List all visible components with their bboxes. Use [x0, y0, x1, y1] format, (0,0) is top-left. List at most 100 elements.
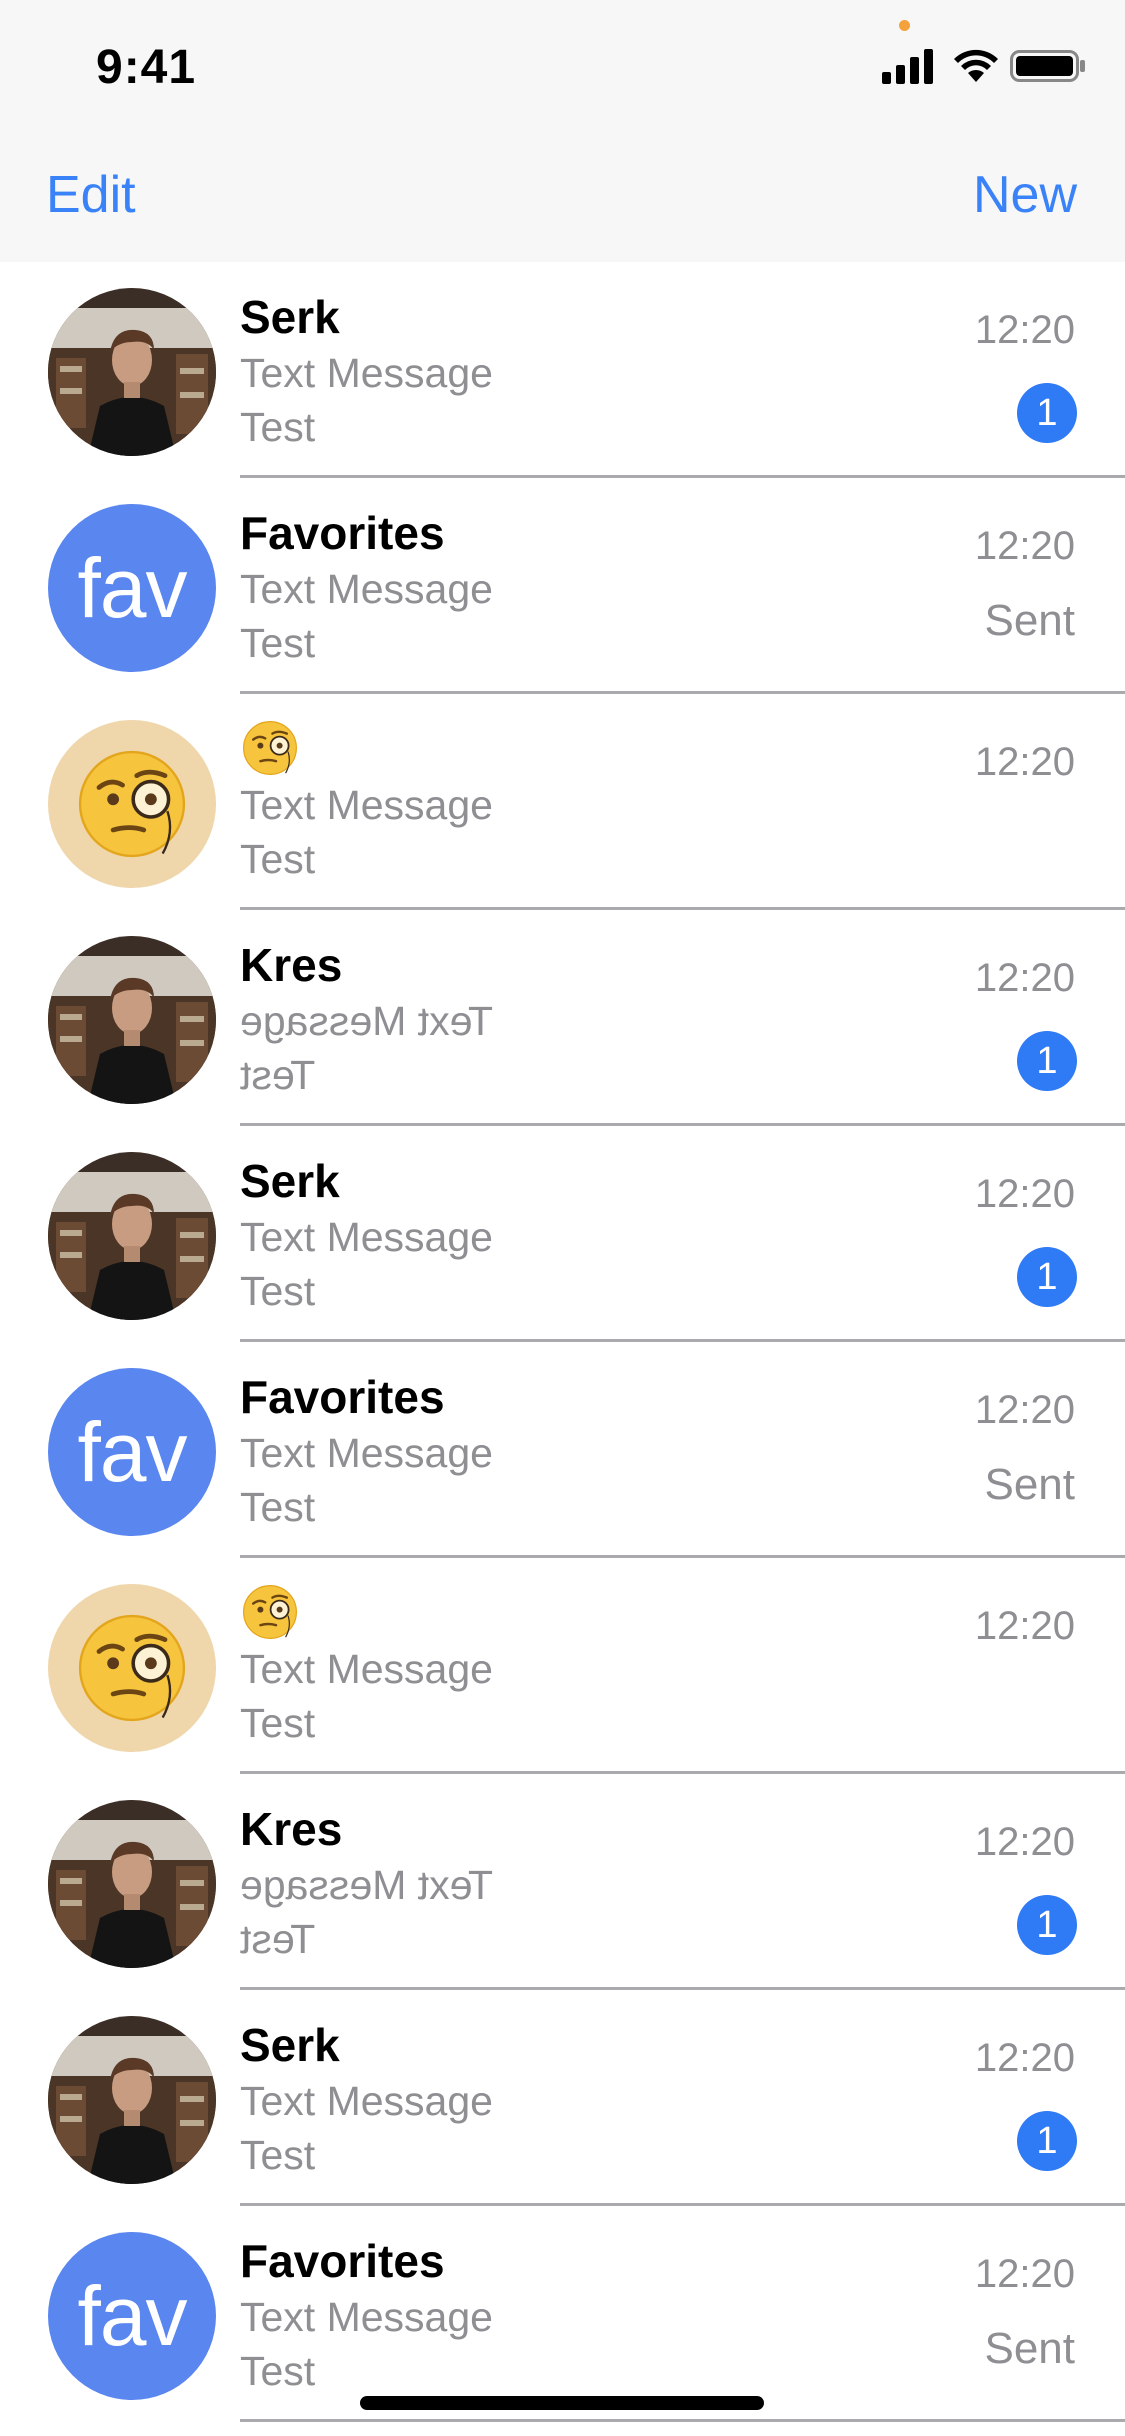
- sent-status: Sent: [984, 596, 1075, 645]
- contact-name: Serk: [240, 291, 340, 343]
- battery-icon: [1010, 50, 1085, 82]
- conversation-row[interactable]: fav Favorites Text Message Test 12:20 Sent: [0, 2206, 1125, 2422]
- message-preview-line1: Text Message: [240, 998, 493, 1045]
- message-preview-text: Text Message: [240, 1430, 493, 1476]
- contact-name: Kres: [240, 939, 343, 991]
- message-preview-line1: Text Message: [240, 1430, 493, 1477]
- monocle-face-icon: [73, 1609, 191, 1727]
- conversation-row[interactable]: Text Message Test 12:20: [0, 1558, 1125, 1774]
- row-separator: [240, 2419, 1125, 2422]
- message-preview-text: Text Message: [240, 2294, 493, 2340]
- edit-button[interactable]: Edit: [46, 165, 136, 225]
- message-time: 12:20: [974, 956, 1075, 1000]
- message-preview-line2: Test: [240, 1916, 315, 1963]
- message-preview-text: Text Message: [240, 2078, 493, 2124]
- message-preview-line2: Test: [240, 2132, 315, 2179]
- message-preview-line2: Test: [240, 620, 315, 667]
- message-preview-text: Test: [240, 620, 316, 666]
- message-preview-line1: Text Message: [240, 2078, 493, 2125]
- new-message-button[interactable]: New: [973, 165, 1077, 225]
- message-preview-text: Test: [240, 2348, 316, 2394]
- message-preview-line1: Text Message: [240, 782, 493, 829]
- conversation-row[interactable]: Serk Text Message Test 12:20 1: [0, 262, 1125, 478]
- conversation-row[interactable]: Kres Text Message Test 12:20 1: [0, 1774, 1125, 1990]
- contact-name: Serk: [240, 2019, 340, 2071]
- message-time: 12:20: [974, 524, 1075, 568]
- sent-status: Sent: [984, 2324, 1075, 2373]
- status-time: 9:41: [96, 41, 197, 94]
- message-preview-line2: Test: [240, 2348, 315, 2395]
- contact-name: Favorites: [240, 1371, 445, 1423]
- message-preview-text: Text Message: [240, 350, 493, 396]
- message-preview-line2: Test: [240, 1268, 315, 1315]
- contact-name: Serk: [240, 1155, 340, 1207]
- message-preview-text: Test: [240, 1916, 316, 1962]
- contact-avatar-photo: [48, 1800, 216, 1968]
- wifi-icon: [954, 49, 998, 82]
- conversation-row[interactable]: fav Favorites Text Message Test 12:20 Sent: [0, 478, 1125, 694]
- message-preview-line2: Test: [240, 1484, 315, 1531]
- unread-badge: 1: [1017, 1031, 1077, 1091]
- message-time: 12:20: [974, 1172, 1075, 1216]
- conversation-row[interactable]: Serk Text Message Test 12:20 1: [0, 1990, 1125, 2206]
- message-time: 12:20: [974, 1604, 1075, 1648]
- message-time: 12:20: [974, 2252, 1075, 2296]
- message-preview-text: Text Message: [240, 782, 493, 828]
- contact-avatar-photo: [48, 936, 216, 1104]
- sent-status: Sent: [984, 1460, 1075, 1509]
- contact-avatar-initials: fav: [48, 1368, 216, 1536]
- contact-name: Favorites: [240, 2235, 445, 2287]
- conversation-row[interactable]: Serk Text Message Test 12:20 1: [0, 1126, 1125, 1342]
- unread-badge: 1: [1017, 1247, 1077, 1307]
- message-time: 12:20: [974, 1820, 1075, 1864]
- contact-avatar-initials: fav: [48, 2232, 216, 2400]
- unread-badge: 1: [1017, 2111, 1077, 2171]
- unread-badge: 1: [1017, 383, 1077, 443]
- message-preview-text: Test: [240, 404, 316, 450]
- contact-name: Kres: [240, 1803, 343, 1855]
- message-preview-line2: Test: [240, 1052, 315, 1099]
- message-preview-text: Text Message: [240, 1862, 493, 1908]
- home-indicator[interactable]: [360, 2396, 764, 2410]
- contact-avatar-photo: [48, 1152, 216, 1320]
- message-preview-line2: Test: [240, 1700, 315, 1747]
- conversation-row[interactable]: Kres Text Message Test 12:20 1: [0, 910, 1125, 1126]
- message-preview-line2: Test: [240, 836, 315, 883]
- message-preview-line1: Text Message: [240, 1646, 493, 1693]
- message-preview-text: Text Message: [240, 998, 493, 1044]
- navigation-header: 9:41 Edit New: [0, 0, 1125, 262]
- privacy-indicator-dot: [899, 20, 910, 31]
- message-preview-line1: Text Message: [240, 1862, 493, 1909]
- message-preview-text: Text Message: [240, 1646, 493, 1692]
- message-preview-text: Test: [240, 836, 316, 882]
- monocle-face-icon: [240, 1582, 300, 1642]
- conversation-row[interactable]: fav Favorites Text Message Test 12:20 Sent: [0, 1342, 1125, 1558]
- monocle-face-icon: [240, 718, 300, 778]
- message-preview-text: Text Message: [240, 1214, 493, 1260]
- status-icons: [880, 46, 1090, 86]
- message-preview-text: Test: [240, 1484, 316, 1530]
- message-time: 12:20: [974, 308, 1075, 352]
- message-preview-line1: Text Message: [240, 350, 493, 397]
- contact-avatar-initials: fav: [48, 504, 216, 672]
- contact-avatar-photo: [48, 2016, 216, 2184]
- message-time: 12:20: [974, 740, 1075, 784]
- conversation-list: Serk Text Message Test 12:20 1 fav Favorites Te…: [0, 262, 1125, 2422]
- contact-name: Favorites: [240, 507, 445, 559]
- message-preview-text: Text Message: [240, 566, 493, 612]
- unread-badge: 1: [1017, 1895, 1077, 1955]
- contact-avatar-emoji: [48, 1584, 216, 1752]
- message-preview-text: Test: [240, 1700, 316, 1746]
- message-preview-line2: Test: [240, 404, 315, 451]
- message-preview-text: Test: [240, 2132, 316, 2178]
- message-time: 12:20: [974, 1388, 1075, 1432]
- conversation-row[interactable]: Text Message Test 12:20: [0, 694, 1125, 910]
- message-preview-line1: Text Message: [240, 2294, 493, 2341]
- message-time: 12:20: [974, 2036, 1075, 2080]
- contact-avatar-emoji: [48, 720, 216, 888]
- monocle-face-icon: [73, 745, 191, 863]
- message-preview-text: Test: [240, 1052, 316, 1098]
- message-preview-line1: Text Message: [240, 1214, 493, 1261]
- message-preview-text: Test: [240, 1268, 316, 1314]
- message-preview-line1: Text Message: [240, 566, 493, 613]
